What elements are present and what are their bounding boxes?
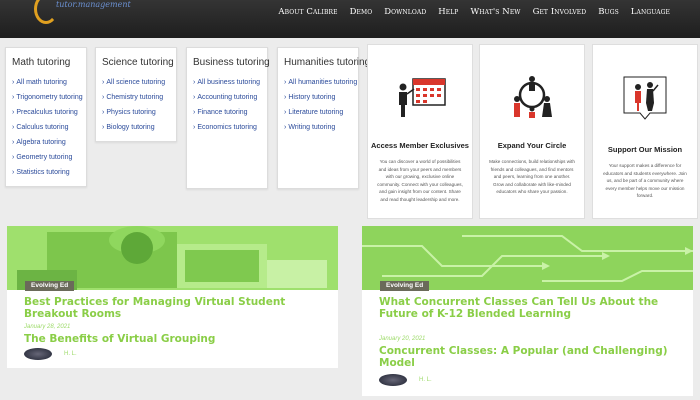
people-network-icon [514,76,552,118]
tutoring-link[interactable]: Geometry tutoring [12,150,80,165]
category-badge[interactable]: Evolving Ed [25,281,75,291]
member-exclusives-card: Access Member Exclusives You can discove… [367,44,473,219]
tutoring-link[interactable]: Literature tutoring [284,105,352,120]
nav-demo[interactable]: Demo [350,7,373,17]
card-title: Business tutoring [193,57,270,68]
nav-bugs[interactable]: Bugs [598,7,619,17]
article-title[interactable]: What Concurrent Classes Can Tell Us Abou… [379,296,679,320]
card-title: Expand Your Circle [497,141,567,150]
science-tutoring-card: Science tutoring All science tutoring Ch… [95,47,177,142]
math-tutoring-card: Math tutoring All math tutoring Trigonom… [5,47,87,187]
tutoring-link[interactable]: All humanities tutoring [284,75,357,90]
logo-icon[interactable] [34,0,58,24]
card-title: Math tutoring [12,57,71,68]
author-name[interactable]: H. L. [64,351,77,357]
nav-download[interactable]: Download [384,7,426,17]
tutoring-link[interactable]: All science tutoring [102,75,170,90]
tutoring-link[interactable]: Algebra tutoring [12,135,80,150]
top-nav-bar: tutor.management About Calibre Demo Down… [0,0,700,38]
category-badge[interactable]: Evolving Ed [380,281,430,291]
card-title: Support Our Mission [607,145,683,154]
speech-people-icon [623,76,667,120]
humanities-tutoring-card: Humanities tutoring All humanities tutor… [277,47,371,189]
calendar-presenter-icon [399,78,446,117]
tutoring-link[interactable]: Writing tutoring [284,120,352,135]
article-date: January 20, 2021 [379,336,426,342]
card-title: Access Member Exclusives [371,141,469,150]
tutoring-link[interactable]: Accounting tutoring [193,90,261,105]
avatar[interactable] [379,374,407,386]
tutoring-link[interactable]: Biology tutoring [102,120,170,135]
card-text: You can discover a world of possibilitie… [377,159,463,202]
avatar[interactable] [24,348,52,360]
article-title[interactable]: Best Practices for Managing Virtual Stud… [24,296,324,320]
nav-language[interactable]: Language [631,7,670,17]
article-subtitle[interactable]: Concurrent Classes: A Popular (and Chall… [379,345,679,369]
main-nav: About Calibre Demo Download Help What's … [278,0,670,24]
logo-tagline: tutor.management [56,0,131,9]
article-card[interactable]: Evolving Ed Best Practices for Managing … [7,226,338,368]
tutoring-link[interactable]: Statistics tutoring [12,165,80,180]
tutoring-link[interactable]: Calculus tutoring [12,120,80,135]
card-text: Make connections, build relationships wi… [489,159,575,194]
card-title: Science tutoring [102,57,174,68]
tutoring-link[interactable]: Chemistry tutoring [102,90,170,105]
support-mission-card: Support Our Mission Your support makes a… [592,44,698,219]
card-text: Your support makes a difference for educ… [603,163,687,198]
tutoring-link[interactable]: All business tutoring [193,75,261,90]
business-tutoring-card: Business tutoring All business tutoring … [186,47,270,189]
nav-whats-new[interactable]: What's New [470,7,520,17]
tutoring-link[interactable]: Physics tutoring [102,105,170,120]
tutoring-link[interactable]: Finance tutoring [193,105,261,120]
tutoring-link[interactable]: Economics tutoring [193,120,261,135]
tutoring-link[interactable]: Precalculus tutoring [12,105,80,120]
author-name[interactable]: H. L. [419,377,432,383]
tutoring-link[interactable]: Trigonometry tutoring [12,90,82,105]
tutoring-link[interactable]: All math tutoring [12,75,80,90]
nav-about[interactable]: About Calibre [278,7,337,17]
expand-circle-card: Expand Your Circle Make connections, bui… [479,44,585,219]
article-subtitle[interactable]: The Benefits of Virtual Grouping [24,333,324,345]
article-card[interactable]: Evolving Ed What Concurrent Classes Can … [362,226,693,396]
nav-get-involved[interactable]: Get Involved [533,7,587,17]
tutoring-link[interactable]: History tutoring [284,90,352,105]
article-date: January 28, 2021 [24,324,71,330]
nav-help[interactable]: Help [438,7,458,17]
card-title: Humanities tutoring [284,57,371,68]
